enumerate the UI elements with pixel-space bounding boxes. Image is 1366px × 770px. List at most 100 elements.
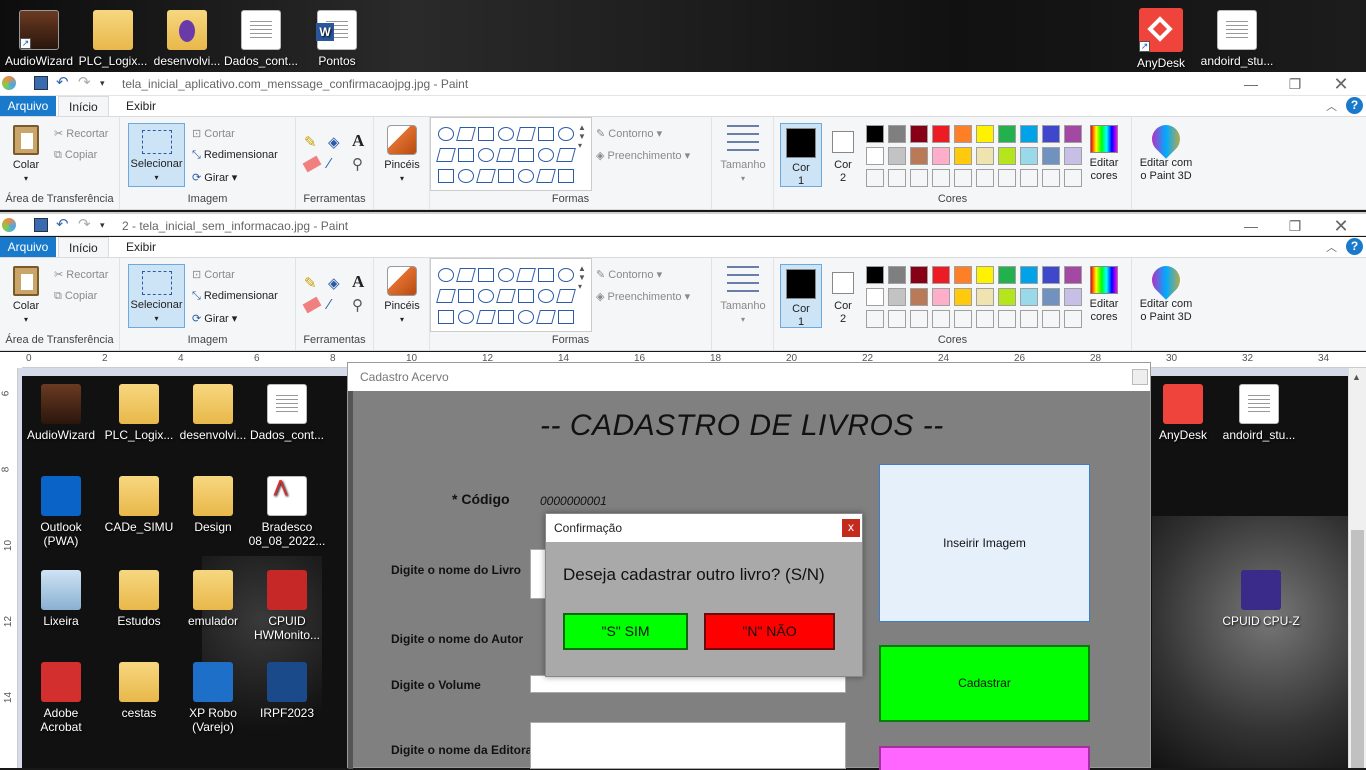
redo-icon[interactable]: ↷ (78, 217, 92, 232)
redimensionar-button[interactable]: ⤡ Redimensionar (192, 290, 278, 303)
tab-exibir[interactable]: Exibir (116, 237, 166, 257)
color-picker-icon[interactable]: ⁄ (328, 155, 331, 172)
cadastrar-button[interactable]: Cadastrar (879, 645, 1090, 722)
shape-tool-icon[interactable] (438, 127, 454, 141)
qat-customize-icon[interactable]: ▾ (100, 76, 114, 90)
shape-tool-icon[interactable] (478, 268, 494, 282)
shape-tool-icon[interactable] (458, 169, 474, 183)
tab-inicio[interactable]: Início (58, 96, 109, 116)
selecionar-button[interactable]: Selecionar ▾ (128, 123, 185, 187)
vertical-scrollbar[interactable]: ▲ (1348, 368, 1366, 768)
scroll-up-icon[interactable]: ▲ (1352, 372, 1361, 382)
qat-customize-icon[interactable]: ▾ (100, 218, 114, 232)
magnifier-icon[interactable]: ⚲ (352, 155, 363, 173)
shape-tool-icon[interactable] (498, 268, 514, 282)
save-icon[interactable] (34, 76, 48, 90)
minimize-button[interactable]: — (1228, 216, 1274, 236)
shape-tool-icon[interactable] (438, 169, 454, 183)
shape-tool-icon[interactable] (538, 289, 554, 303)
shape-tool-icon[interactable] (558, 169, 574, 183)
fill-bucket-icon[interactable]: ◈ (328, 133, 340, 151)
text-tool-icon[interactable]: A (352, 131, 364, 151)
gallery-scroll-icon[interactable]: ▲ ▼ ▾ (578, 123, 586, 150)
shape-tool-icon[interactable] (478, 289, 494, 303)
paint3d-button[interactable]: Editar com o Paint 3D (1136, 260, 1196, 324)
shape-tool-icon[interactable] (498, 127, 514, 141)
preenchimento-button[interactable]: ◈ Preenchimento ▾ (596, 290, 690, 303)
maximize-button[interactable]: ❐ (1272, 216, 1318, 236)
eraser-icon[interactable] (302, 155, 322, 173)
shape-tool-icon[interactable] (478, 127, 494, 141)
shape-tool-icon[interactable] (438, 310, 454, 324)
ribbon-collapse-icon[interactable]: ︿ (1326, 239, 1337, 255)
shape-tool-icon[interactable] (478, 148, 494, 162)
save-icon[interactable] (34, 218, 48, 232)
tamanho-button[interactable]: Tamanho ▾ (718, 125, 768, 185)
girar-button[interactable]: ⟳ Girar ▾ (192, 171, 237, 184)
shape-tool-icon[interactable] (458, 148, 474, 162)
copiar-button[interactable]: ⧉ Copiar (54, 149, 97, 162)
selecionar-button[interactable]: Selecionar ▾ (128, 264, 185, 328)
tab-exibir[interactable]: Exibir (116, 96, 166, 116)
close-button[interactable]: ✕ (1318, 74, 1364, 94)
recortar-button[interactable]: ✂ Recortar (54, 127, 108, 140)
shape-tool-icon[interactable] (558, 310, 574, 324)
ribbon-collapse-icon[interactable]: ︿ (1326, 98, 1337, 114)
colar-button[interactable]: Colar ▾ (8, 266, 44, 326)
shape-tool-icon[interactable] (458, 310, 474, 324)
pencil-icon[interactable]: ✎ (304, 274, 317, 292)
copiar-button[interactable]: ⧉ Copiar (54, 290, 97, 303)
editora-input[interactable] (530, 722, 846, 769)
shape-tool-icon[interactable] (458, 289, 474, 303)
shape-tool-icon[interactable] (558, 268, 574, 282)
undo-icon[interactable]: ↶ (56, 75, 70, 90)
desktop-icon-android-studio[interactable]: andoird_stu... (1198, 10, 1276, 68)
inserir-imagem-button[interactable]: Inseirir Imagem (879, 464, 1090, 622)
eraser-icon[interactable] (302, 296, 322, 314)
desktop-icon-anydesk[interactable]: ↗ AnyDesk (1122, 8, 1200, 70)
help-icon[interactable]: ? (1346, 238, 1363, 255)
shape-tool-icon[interactable] (438, 268, 454, 282)
gallery-scroll-icon[interactable]: ▲ ▼ ▾ (578, 264, 586, 291)
pinceis-button[interactable]: Pincéis ▾ (382, 266, 422, 326)
form-close-button[interactable] (1132, 369, 1148, 385)
shape-tool-icon[interactable] (518, 148, 534, 162)
cortar-button[interactable]: ⊡ Cortar (192, 268, 235, 281)
maximize-button[interactable]: ❐ (1272, 74, 1318, 94)
desktop-icon-dados-cont[interactable]: Dados_cont... (222, 10, 300, 68)
undo-icon[interactable]: ↶ (56, 217, 70, 232)
preenchimento-button[interactable]: ◈ Preenchimento ▾ (596, 149, 690, 162)
scrollbar-thumb[interactable] (1351, 530, 1364, 768)
desktop-icon-plc-logix[interactable]: PLC_Logix... (74, 10, 152, 68)
shape-tool-icon[interactable] (498, 310, 514, 324)
tab-arquivo[interactable]: Arquivo (0, 237, 56, 257)
desktop-icon-pontos[interactable]: W Pontos (298, 10, 376, 68)
shape-tool-icon[interactable] (518, 310, 534, 324)
tamanho-button[interactable]: Tamanho ▾ (718, 266, 768, 326)
shape-tool-icon[interactable] (518, 289, 534, 303)
livro-input[interactable] (530, 549, 546, 599)
magnifier-icon[interactable]: ⚲ (352, 296, 363, 314)
shape-tool-icon[interactable] (518, 169, 534, 183)
paint3d-button[interactable]: Editar com o Paint 3D (1136, 119, 1196, 183)
desktop-icon-desenvolvimento[interactable]: desenvolvi... (148, 10, 226, 68)
contorno-button[interactable]: ✎ Contorno ▾ (596, 268, 662, 281)
girar-button[interactable]: ⟳ Girar ▾ (192, 312, 237, 325)
dialog-close-button[interactable]: x (842, 519, 860, 537)
tab-arquivo[interactable]: Arquivo (0, 96, 56, 116)
shape-tool-icon[interactable] (558, 127, 574, 141)
pencil-icon[interactable]: ✎ (304, 133, 317, 151)
redo-icon[interactable]: ↷ (78, 75, 92, 90)
redimensionar-button[interactable]: ⤡ Redimensionar (192, 149, 278, 162)
volume-input[interactable] (530, 675, 846, 693)
contorno-button[interactable]: ✎ Contorno ▾ (596, 127, 662, 140)
colar-button[interactable]: Colar ▾ (8, 125, 44, 185)
shape-tool-icon[interactable] (538, 127, 554, 141)
sim-button[interactable]: "S" SIM (563, 613, 688, 650)
text-tool-icon[interactable]: A (352, 272, 364, 292)
tab-inicio[interactable]: Início (58, 237, 109, 257)
help-icon[interactable]: ? (1346, 97, 1363, 114)
pinceis-button[interactable]: Pincéis ▾ (382, 125, 422, 185)
shape-tool-icon[interactable] (498, 169, 514, 183)
close-button[interactable]: ✕ (1318, 216, 1364, 236)
